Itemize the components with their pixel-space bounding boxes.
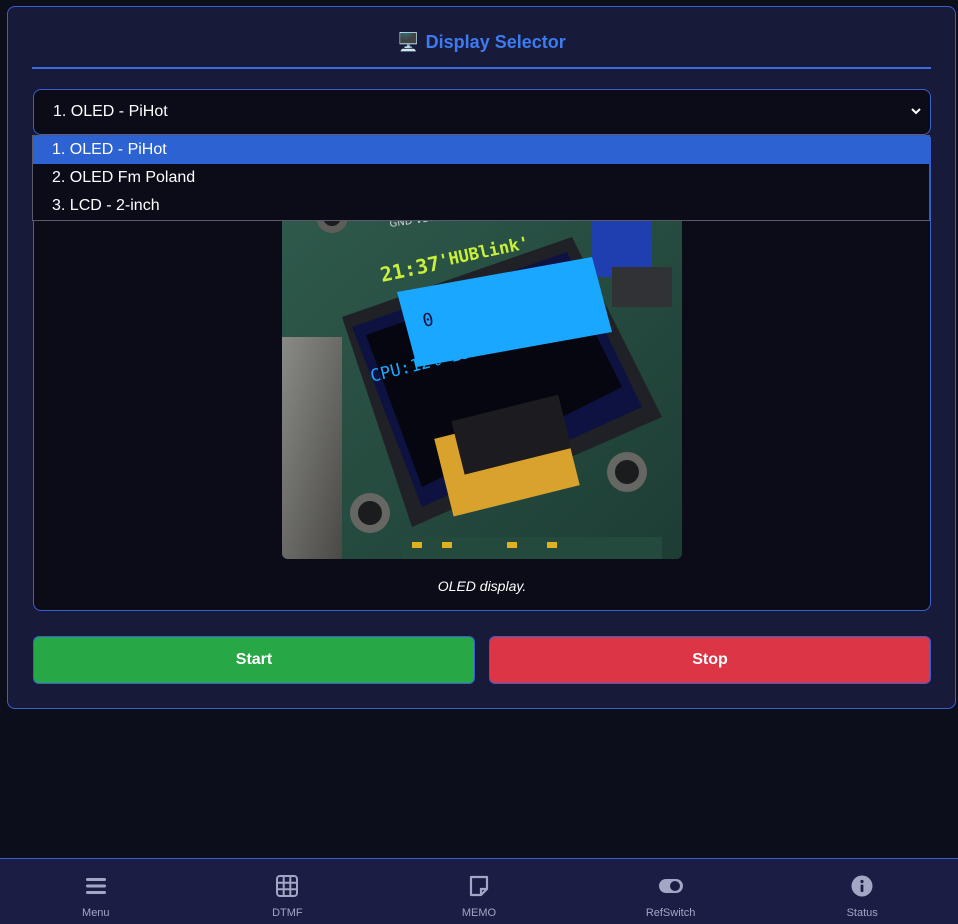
preview-caption: OLED display. (437, 578, 527, 594)
nav-item-refswitch[interactable]: RefSwitch (575, 859, 767, 924)
display-select-dropdown[interactable]: 1. OLED - PiHot 2. OLED Fm Poland 3. LCD… (32, 135, 930, 221)
nav-label: DTMF (272, 907, 303, 919)
nav-label: MEMO (461, 907, 497, 919)
nav-label: RefSwitch (645, 907, 696, 919)
chevron-down-icon (910, 105, 922, 120)
nav-label: Status (846, 907, 878, 919)
display-selector-panel: 🖥️ Display Selector 1. OLED - PiHot 21:3… (7, 6, 956, 709)
nav-item-menu[interactable]: Menu (0, 859, 192, 924)
display-select[interactable]: 1. OLED - PiHot (33, 89, 931, 135)
nav-label: Menu (82, 907, 110, 919)
bottom-navbar: Menu DTMF MEMO RefSwitch Status (0, 858, 958, 924)
nav-item-status[interactable]: Status (766, 859, 958, 924)
panel-header: 🖥️ Display Selector (32, 29, 931, 69)
dropdown-option[interactable]: 2. OLED Fm Poland (33, 164, 929, 192)
dropdown-option[interactable]: 3. LCD - 2-inch (33, 192, 929, 220)
nav-item-memo[interactable]: MEMO (383, 859, 575, 924)
nav-item-dtmf[interactable]: DTMF (192, 859, 384, 924)
toggle-icon (658, 875, 684, 902)
note-icon (468, 875, 490, 902)
hamburger-icon (85, 875, 107, 902)
page-title: Display Selector (425, 32, 566, 52)
oled-display-photo: 21:37 'HUBlink' 0 CPU:12% 192.168.5 GND … (282, 197, 682, 559)
start-button[interactable]: Start (33, 636, 475, 684)
dropdown-option[interactable]: 1. OLED - PiHot (33, 136, 929, 164)
stop-button[interactable]: Stop (489, 636, 931, 684)
info-icon (851, 875, 873, 902)
monitor-icon: 🖥️ (397, 32, 420, 52)
keypad-grid-icon (276, 875, 299, 902)
display-select-value: 1. OLED - PiHot (53, 103, 168, 120)
